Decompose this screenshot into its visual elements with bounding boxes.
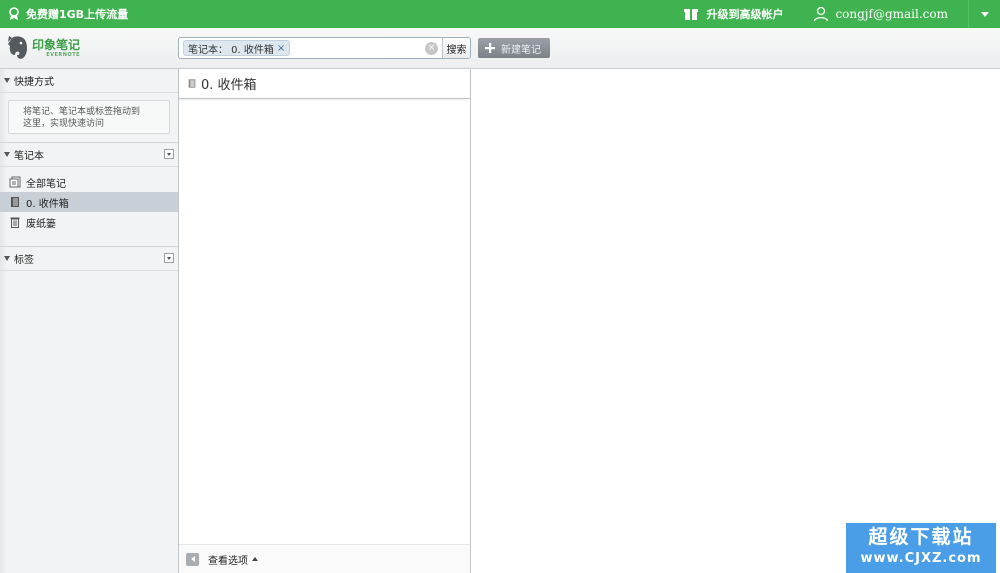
new-note-button[interactable]: 新建笔记	[478, 38, 550, 58]
shortcuts-drop-zone[interactable]: 将笔记、笔记本或标签拖动到 这里，实现快速访问	[8, 100, 170, 134]
collapse-triangle-icon	[4, 78, 10, 83]
elephant-logo-icon	[8, 36, 27, 59]
tags-title: 标签	[14, 255, 34, 266]
collapse-triangle-icon	[4, 152, 10, 157]
clear-search-icon[interactable]: ×	[425, 41, 438, 55]
all-notes-icon	[9, 176, 21, 188]
top-promo-bar: 免费赠1GB上传流量 升级到高级帐户 congjf@gmail.com	[0, 0, 1000, 28]
shortcuts-hint-line1: 将笔记、笔记本或标签拖动到	[23, 107, 141, 117]
sidebar-item-label: 全部笔记	[26, 178, 66, 190]
watermark-line2: www.CJXZ.com	[860, 551, 982, 566]
promo-link[interactable]: 免费赠1GB上传流量	[8, 6, 128, 22]
promo-text: 免费赠1GB上传流量	[26, 8, 129, 21]
sidebar-item-trash[interactable]: 废纸篓	[0, 212, 178, 232]
account-email: congjf@gmail.com	[835, 7, 948, 21]
sidebar-item-all-notes[interactable]: 全部笔记	[0, 172, 178, 192]
logo-text: 印象笔记	[32, 37, 81, 52]
sidebar: 快捷方式 将笔记、笔记本或标签拖动到 这里，实现快速访问 笔记本 全部笔记 0.…	[0, 69, 179, 573]
search-button[interactable]: 搜索	[442, 38, 470, 58]
collapse-triangle-icon	[4, 256, 10, 261]
notebooks-header[interactable]: 笔记本	[0, 143, 178, 167]
account-menu[interactable]: congjf@gmail.com	[813, 6, 948, 22]
shortcuts-hint-line2: 这里，实现快速访问	[23, 119, 105, 129]
plus-icon	[485, 43, 495, 53]
note-list-title: 0. 收件箱	[201, 78, 257, 93]
sidebar-item-label: 0. 收件箱	[26, 198, 69, 210]
shortcuts-header[interactable]: 快捷方式	[0, 69, 178, 93]
user-icon	[814, 6, 829, 22]
note-list-panel: 0. 收件箱 查看选项	[179, 69, 471, 573]
filter-tag-label: 笔记本： 0. 收件箱	[188, 44, 274, 56]
caret-up-icon	[252, 557, 258, 561]
remove-filter-icon[interactable]: ×	[277, 43, 285, 54]
upgrade-text: 升级到高级帐户	[706, 8, 784, 21]
upgrade-link[interactable]: 升级到高级帐户	[684, 6, 783, 22]
note-list-footer: 查看选项	[179, 544, 470, 573]
notebooks-title: 笔记本	[14, 151, 44, 162]
note-detail-area	[472, 69, 1000, 573]
sidebar-item-label: 废纸篓	[26, 218, 56, 230]
notebook-filter-tag[interactable]: 笔记本： 0. 收件箱 ×	[183, 40, 291, 56]
search-box: 笔记本： 0. 收件箱 × × 搜索	[178, 37, 471, 59]
account-dropdown-button[interactable]	[968, 0, 1000, 28]
sidebar-item-inbox[interactable]: 0. 收件箱	[0, 192, 178, 212]
view-options-button[interactable]: 查看选项	[208, 552, 248, 567]
toolbar: 印象笔记 EVERNOTE 笔记本： 0. 收件箱 × × 搜索 新建笔记	[0, 28, 1000, 69]
search-input[interactable]	[290, 39, 425, 57]
award-icon	[9, 7, 19, 20]
tags-dropdown-icon[interactable]	[164, 253, 174, 263]
new-note-label: 新建笔记	[501, 44, 541, 56]
trash-icon	[10, 217, 20, 228]
site-watermark: 超级下载站 www.CJXZ.com	[846, 523, 996, 573]
tags-header[interactable]: 标签	[0, 247, 178, 271]
notebooks-dropdown-icon[interactable]	[164, 149, 174, 159]
notebook-icon	[188, 79, 196, 88]
logo-subtext: EVERNOTE	[46, 51, 81, 58]
note-list-header: 0. 收件箱	[179, 69, 470, 99]
watermark-line1: 超级下载站	[868, 526, 974, 548]
collapse-panel-icon[interactable]	[186, 552, 199, 566]
chevron-down-icon	[980, 11, 989, 17]
evernote-logo[interactable]: 印象笔记 EVERNOTE	[7, 34, 80, 62]
notebook-icon	[11, 197, 19, 207]
shortcuts-title: 快捷方式	[14, 77, 54, 88]
gift-icon	[684, 9, 699, 20]
